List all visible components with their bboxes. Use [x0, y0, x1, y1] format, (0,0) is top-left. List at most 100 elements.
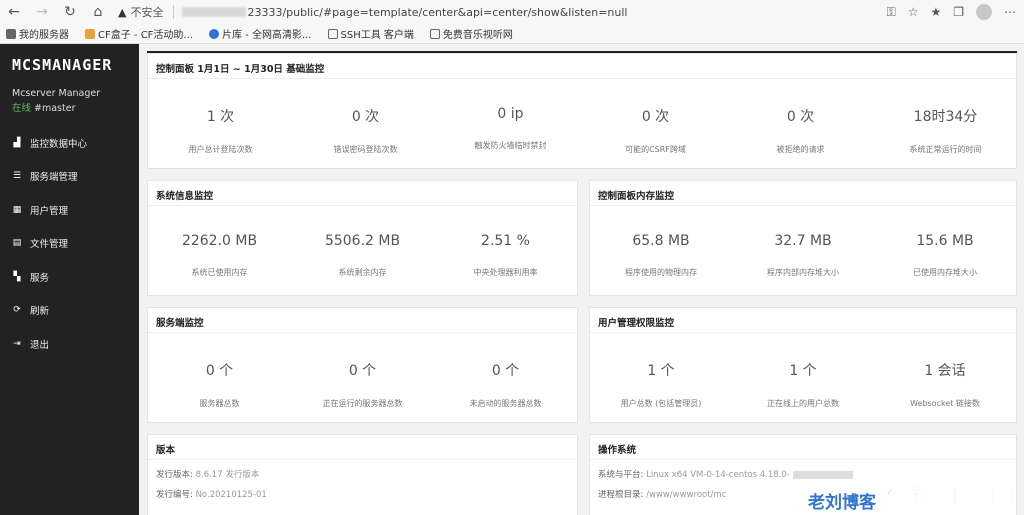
sidebar-item-users[interactable]: ▦ 用户管理: [0, 193, 139, 227]
refresh-icon: ⟳: [13, 305, 21, 316]
stat-rejected: 0 次被拒绝的请求: [728, 106, 873, 155]
sidebar-menu: ▟ 监控数据中心 ☰ 服务端管理 ▦ 用户管理 ▤ 文件管理 ▚ 服务 ⟳ 刷新 ⇥ 退出: [0, 126, 139, 361]
panel-system-info: 系统信息监控 2262.0 MB 系统已使用内存 5506.2 MB 系统剩余内存 …: [147, 180, 578, 296]
stat-value: 65.8 MB: [632, 233, 690, 249]
collections-icon[interactable]: ❐: [953, 5, 964, 19]
server-icon: ☰: [12, 171, 22, 182]
more-icon[interactable]: ⋯: [1004, 5, 1016, 19]
panel-divider: [148, 332, 577, 333]
stat-value: 0 次: [786, 109, 815, 125]
sidebar-item-files[interactable]: ▤ 文件管理: [0, 227, 139, 261]
info-row-build: 发行编号: No.20210125-01: [156, 488, 267, 500]
info-key: 发行编号:: [156, 490, 193, 500]
blurred-host: [182, 7, 247, 17]
stat-csrf: 0 次可能的CSRF跨域: [583, 106, 728, 155]
stat-user-online: 1 个正在线上的用户总数: [732, 360, 874, 409]
watermark-small: 老刘博客: [807, 493, 876, 513]
panel-version: 版本 发行版本: 8.6.17 发行版本 发行编号: No.20210125-0…: [147, 434, 578, 515]
stat-uptime: 18时34分系统正常运行的时间: [873, 106, 1018, 155]
stat-wrong-password: 0 次错误密码登陆次数: [293, 106, 438, 155]
stat-label: 程序使用的物理内存: [625, 268, 697, 277]
stat-label: 服务器总数: [199, 399, 240, 408]
bookmark-item[interactable]: 我的服务器: [6, 26, 69, 41]
panel-title: 操作系统: [598, 445, 637, 456]
stat-firewall-ban: 0 ip 触发防火墙临时禁封: [438, 106, 583, 151]
info-key: 系统与平台:: [598, 470, 644, 480]
stat-value: 2.51 %: [481, 233, 530, 249]
browser-toolbar: ← → ↻ ⌂ ▲ 不安全 23333/public/#page=templat…: [0, 0, 1024, 24]
sidebar-item-servers[interactable]: ☰ 服务端管理: [0, 160, 139, 194]
stat-value: 0 个: [205, 363, 234, 379]
avatar[interactable]: [976, 4, 992, 20]
panel-title: 控制面板 1月1日 ~ 1月30日 基础监控: [156, 64, 325, 75]
film-icon: [208, 28, 219, 39]
info-value: 8.6.17 发行版本: [195, 470, 260, 480]
stat-label: 用户总计登陆次数: [188, 145, 253, 154]
chart-icon: ▟: [13, 137, 21, 148]
sidebar: MCSMANAGER Mcserver Manager 在线 #master ▟ 监…: [0, 44, 139, 515]
home-icon[interactable]: ⌂: [84, 4, 112, 20]
panel-title: 用户管理权限监控: [598, 318, 675, 329]
stat-label: 被拒绝的请求: [776, 145, 825, 154]
panel-users: 用户管理权限监控 1 个用户总数 (包括管理员) 1 个正在线上的用户总数 1 …: [589, 307, 1017, 423]
stat-label: 正在运行的服务器总数: [322, 399, 403, 408]
panel-divider: [590, 332, 1016, 333]
sidebar-item-logout[interactable]: ⇥ 退出: [0, 327, 139, 361]
stat-value: 0 次: [351, 109, 380, 125]
stat-server-stopped: 0 个未启动的服务器总数: [434, 360, 577, 409]
stat-value: 0 个: [348, 363, 377, 379]
stat-used-memory: 2262.0 MB 系统已使用内存: [148, 233, 291, 278]
forward-icon[interactable]: →: [28, 4, 56, 20]
stat-label: 正在线上的用户总数: [767, 399, 839, 408]
info-key: 发行版本:: [156, 470, 193, 480]
stat-value: 1 次: [206, 109, 235, 125]
stat-label: 未启动的服务器总数: [469, 399, 542, 408]
stat-value: 1 会话: [924, 363, 966, 379]
bookmark-item[interactable]: CF盒子 - CF活动助...: [85, 26, 193, 41]
stat-label: Websocket 链接数: [910, 399, 980, 408]
key-icon[interactable]: ⚿: [887, 5, 896, 20]
bookmarks-bar: 我的服务器 CF盒子 - CF活动助... 片库 - 全网高清影... SSH工…: [0, 24, 1024, 44]
stat-value: 18时34分: [913, 109, 978, 125]
info-value: /www/wwwroot/mc: [646, 490, 727, 500]
page-icon: [6, 28, 16, 39]
panel-title: 服务端监控: [156, 318, 204, 329]
favorite-add-icon[interactable]: ☆: [908, 5, 919, 19]
stat-value: 0 ip: [497, 106, 524, 122]
sidebar-item-services[interactable]: ▚ 服务: [0, 260, 139, 294]
user-status: 在线 #master: [12, 100, 75, 114]
panel-title: 版本: [156, 445, 176, 456]
address-separator: [173, 5, 175, 19]
app-subtitle: Mcserver Manager: [12, 88, 101, 99]
warning-icon: ▲: [118, 5, 127, 19]
bookmark-item[interactable]: SSH工具 客户端: [327, 26, 414, 41]
bookmark-item[interactable]: 片库 - 全网高清影...: [208, 26, 312, 41]
stat-label: 可能的CSRF跨域: [625, 145, 686, 154]
watermark: 老刘博客 优乐评测网: [807, 476, 1017, 514]
bookmark-item[interactable]: 免费音乐视听网: [429, 26, 513, 41]
stat-value: 15.6 MB: [916, 233, 974, 249]
reload-icon[interactable]: ↻: [56, 4, 84, 20]
favorites-icon[interactable]: ★: [930, 5, 941, 19]
panel-server: 服务端监控 0 个服务器总数 0 个正在运行的服务器总数 0 个未启动的服务器总…: [147, 307, 578, 423]
stat-physical-memory: 65.8 MB 程序使用的物理内存: [590, 233, 732, 278]
panel-basic-monitor: 控制面板 1月1日 ~ 1月30日 基础监控 1 次用户总计登陆次数 0 次错误…: [147, 53, 1017, 169]
sidebar-item-monitor[interactable]: ▟ 监控数据中心: [0, 126, 139, 160]
stat-user-total: 1 个用户总数 (包括管理员): [590, 360, 732, 409]
sidebar-item-refresh[interactable]: ⟳ 刷新: [0, 294, 139, 328]
info-value: Linux x64 VM-0-14-centos 4.18.0-: [646, 470, 790, 480]
page-icon: [429, 28, 440, 39]
grid-icon: ▦: [12, 204, 22, 215]
stat-label: 系统剩余内存: [338, 268, 387, 277]
stat-free-memory: 5506.2 MB 系统剩余内存: [291, 233, 434, 278]
address-bar[interactable]: ▲ 不安全 23333/public/#page=template/center…: [118, 2, 878, 22]
panel-title: 控制面板内存监控: [598, 191, 675, 202]
stat-label: 程序内部内存堆大小: [767, 268, 839, 277]
stat-login-count: 1 次用户总计登陆次数: [148, 106, 293, 155]
stat-label: 中央处理器利用率: [473, 268, 538, 277]
stat-cpu-usage: 2.51 % 中央处理器利用率: [434, 233, 577, 278]
back-icon[interactable]: ←: [0, 4, 28, 20]
stat-value: 32.7 MB: [774, 233, 832, 249]
stat-label: 系统正常运行的时间: [909, 145, 982, 154]
stat-label: 错误密码登陆次数: [333, 145, 398, 154]
